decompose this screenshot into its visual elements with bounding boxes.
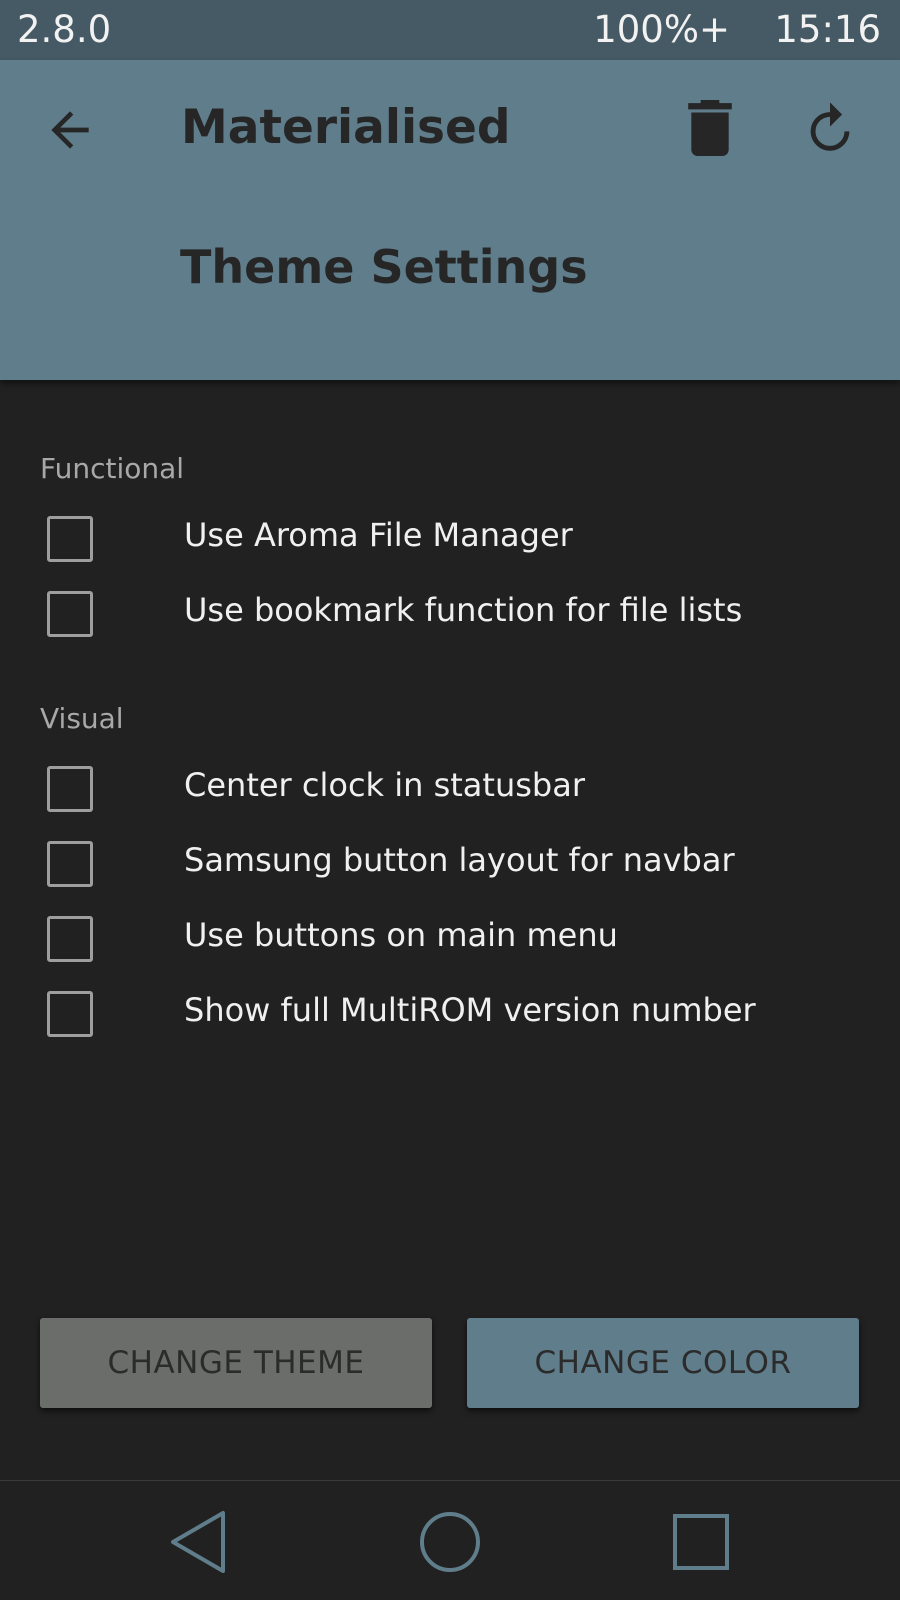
option-bookmark-function[interactable]: Use bookmark function for file lists	[0, 585, 900, 645]
status-bar: 2.8.0 100%+ 15:16	[0, 0, 900, 60]
option-label: Center clock in statusbar	[184, 766, 585, 804]
option-full-version[interactable]: Show full MultiROM version number	[0, 985, 900, 1045]
square-recents-icon	[673, 1514, 729, 1570]
option-samsung-layout[interactable]: Samsung button layout for navbar	[0, 835, 900, 895]
option-label: Use buttons on main menu	[184, 916, 618, 954]
option-label: Use bookmark function for file lists	[184, 591, 743, 629]
delete-button[interactable]	[684, 100, 736, 156]
refresh-icon	[810, 102, 850, 151]
navigation-bar	[0, 1480, 900, 1600]
back-button[interactable]	[42, 102, 98, 158]
version-text: 2.8.0	[17, 8, 112, 51]
option-center-clock[interactable]: Center clock in statusbar	[0, 760, 900, 820]
option-label: Show full MultiROM version number	[184, 991, 756, 1029]
checkbox[interactable]	[47, 766, 93, 812]
section-label-visual: Visual	[40, 702, 124, 735]
option-main-menu-buttons[interactable]: Use buttons on main menu	[0, 910, 900, 970]
page-title: Materialised	[181, 100, 511, 155]
checkbox[interactable]	[47, 591, 93, 637]
header: Materialised Theme Settings	[0, 60, 900, 380]
clock-text: 15:16	[774, 8, 881, 51]
reset-button[interactable]	[801, 100, 859, 158]
option-label: Use Aroma File Manager	[184, 516, 573, 554]
change-color-button[interactable]: CHANGE COLOR	[467, 1318, 859, 1408]
page-subtitle: Theme Settings	[180, 240, 588, 294]
option-label: Samsung button layout for navbar	[184, 841, 735, 879]
triangle-back-icon	[171, 1511, 225, 1573]
trash-icon	[688, 100, 732, 156]
option-aroma-file-manager[interactable]: Use Aroma File Manager	[0, 510, 900, 570]
circle-home-icon	[420, 1512, 480, 1572]
nav-back-button[interactable]	[167, 1510, 231, 1574]
change-theme-button[interactable]: CHANGE THEME	[40, 1318, 432, 1408]
checkbox[interactable]	[47, 841, 93, 887]
theme-settings-screen: 2.8.0 100%+ 15:16 Materialised Theme Set…	[0, 0, 900, 1600]
checkbox[interactable]	[47, 991, 93, 1037]
nav-home-button[interactable]	[418, 1510, 482, 1574]
battery-text: 100%+	[593, 8, 730, 51]
nav-recents-button[interactable]	[669, 1510, 733, 1574]
checkbox[interactable]	[47, 516, 93, 562]
checkbox[interactable]	[47, 916, 93, 962]
arrow-left-icon	[51, 111, 89, 149]
section-label-functional: Functional	[40, 452, 185, 485]
